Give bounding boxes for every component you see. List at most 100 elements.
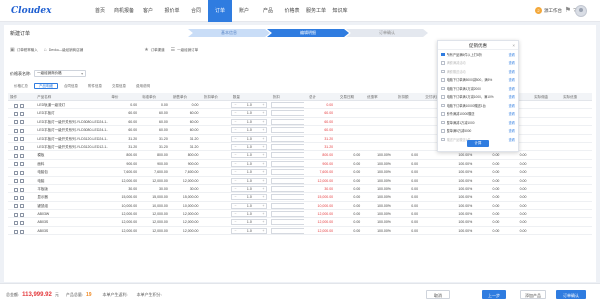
delete-icon[interactable] (20, 170, 24, 175)
quantity-stepper[interactable]: −1.0 + (231, 193, 268, 201)
view-link[interactable]: 查看 (509, 120, 515, 125)
quantity-stepper[interactable]: −1.0 + (231, 185, 268, 192)
view-link[interactable]: 查看 (509, 86, 515, 91)
quantity-stepper[interactable]: −1.0 + (231, 219, 268, 226)
calculate-button[interactable]: 计算 (467, 140, 489, 147)
edit-icon[interactable] (14, 195, 18, 200)
plus-icon[interactable]: + (260, 151, 266, 158)
plus-icon[interactable]: + (260, 109, 266, 116)
promotion-option[interactable]: 所有产品满5件以上打8折 查看 (438, 50, 518, 59)
discount-input[interactable] (270, 110, 305, 117)
edit-icon[interactable] (14, 103, 18, 108)
nav-item[interactable]: 首页 (88, 0, 112, 22)
plus-icon[interactable]: + (260, 118, 266, 125)
edit-icon[interactable] (14, 221, 18, 226)
checkbox[interactable] (441, 52, 445, 56)
delete-icon[interactable] (20, 103, 24, 108)
app-logo[interactable]: Cloudex (11, 6, 52, 16)
edit-icon[interactable] (14, 137, 18, 142)
view-link[interactable]: 查看 (509, 60, 515, 65)
delete-icon[interactable] (20, 212, 24, 217)
promotion-option[interactable]: 整单满减1万减1000 查看 (438, 118, 518, 127)
discount-input[interactable] (270, 143, 305, 150)
checkbox[interactable] (441, 112, 445, 116)
tab[interactable]: 费用说明 (132, 83, 154, 89)
prev-step-button[interactable]: 上一步 (482, 290, 506, 299)
tab[interactable]: 合同信息 (60, 83, 82, 89)
quantity-value[interactable]: 1.0 (238, 151, 260, 158)
delete-icon[interactable] (20, 154, 24, 159)
delete-icon[interactable] (20, 112, 24, 117)
quantity-value[interactable]: 1.0 (238, 185, 260, 192)
promotion-option[interactable]: 秒杀满减10000赠送 查看 (438, 110, 518, 119)
discount-input[interactable] (270, 219, 305, 226)
view-link[interactable]: 查看 (509, 128, 515, 133)
edit-icon[interactable] (14, 112, 18, 117)
tab[interactable]: 交易信息 (108, 83, 130, 89)
nav-item[interactable]: 知识库 (328, 0, 352, 22)
plus-icon[interactable]: + (260, 227, 266, 234)
checkbox[interactable] (441, 86, 445, 90)
quantity-stepper[interactable]: −1.0 + (231, 151, 268, 159)
discount-input[interactable] (270, 194, 305, 201)
discount-input[interactable] (270, 185, 305, 192)
quantity-stepper[interactable]: −1.0 + (231, 135, 268, 142)
edit-icon[interactable] (14, 204, 18, 209)
checkbox[interactable] (441, 129, 445, 133)
quantity-stepper[interactable]: −1.0 + (231, 210, 268, 218)
edit-icon[interactable] (14, 154, 18, 159)
nav-item[interactable]: 报价单 (160, 0, 184, 22)
discount-input[interactable] (270, 160, 305, 167)
plus-icon[interactable]: + (260, 101, 266, 108)
quantity-stepper[interactable]: −1.0 + (231, 227, 268, 234)
step[interactable]: 基本信息 (188, 29, 270, 37)
quantity-stepper[interactable]: −1.0 + (231, 143, 268, 150)
confirm-order-button[interactable]: 订单确认 (556, 290, 586, 299)
discount-input[interactable] (270, 102, 305, 108)
workspace-label[interactable]: 源工作台 (544, 8, 562, 14)
plus-icon[interactable]: + (260, 193, 266, 200)
nav-item[interactable]: 合同 (184, 0, 208, 22)
quantity-value[interactable]: 1.0 (238, 126, 260, 133)
edit-icon[interactable] (14, 162, 18, 167)
quantity-value[interactable]: 1.0 (238, 202, 260, 209)
view-link[interactable]: 查看 (509, 52, 515, 57)
delete-icon[interactable] (20, 162, 24, 167)
quantity-value[interactable]: 1.0 (238, 143, 260, 150)
delete-icon[interactable] (20, 187, 24, 192)
promotion-option[interactable]: 电脑下订单满1万减1000，满10% 查看 (438, 93, 518, 102)
edit-icon[interactable] (14, 187, 18, 192)
nav-item[interactable]: 价格表 (280, 0, 304, 22)
user-area[interactable]: 2 源工作台 (535, 7, 562, 14)
checkbox[interactable] (441, 120, 445, 124)
step[interactable]: 订单确认 (346, 29, 428, 37)
plus-icon[interactable]: + (260, 143, 266, 150)
edit-icon[interactable] (14, 229, 18, 234)
quantity-value[interactable]: 1.0 (238, 168, 260, 175)
nav-item[interactable]: 账户 (232, 0, 256, 22)
price-list-select[interactable]: 一级经销商价格 (34, 70, 87, 77)
delete-icon[interactable] (20, 128, 24, 133)
plus-icon[interactable]: + (260, 160, 266, 167)
nav-item[interactable]: 产品 (256, 0, 280, 22)
discount-input[interactable] (270, 227, 305, 234)
delete-icon[interactable] (20, 195, 24, 200)
view-link[interactable]: 查看 (509, 137, 515, 142)
view-link[interactable]: 查看 (509, 69, 515, 74)
view-link[interactable]: 查看 (509, 77, 515, 82)
promotion-option[interactable]: 电脑下订单满1万减2000 查看 (438, 84, 518, 93)
discount-input[interactable] (270, 169, 305, 176)
delete-icon[interactable] (20, 137, 24, 142)
quantity-value[interactable]: 1.0 (238, 210, 260, 217)
quantity-value[interactable]: 1.0 (238, 135, 260, 142)
plus-icon[interactable]: + (260, 177, 266, 184)
discount-input[interactable] (270, 152, 305, 159)
delete-icon[interactable] (20, 204, 24, 209)
plus-icon[interactable]: + (260, 135, 266, 142)
discount-input[interactable] (270, 118, 305, 125)
step[interactable]: 编辑明细 (267, 29, 349, 37)
edit-icon[interactable] (14, 179, 18, 184)
quantity-stepper[interactable]: −1.0 + (231, 160, 268, 167)
edit-icon[interactable] (14, 145, 18, 150)
edit-icon[interactable] (14, 128, 18, 133)
